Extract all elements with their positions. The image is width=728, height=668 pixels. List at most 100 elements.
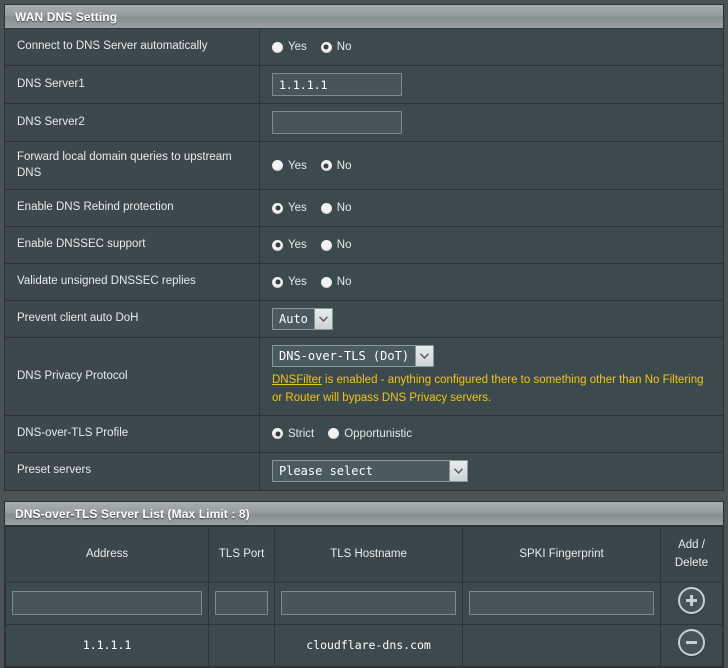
radio-dot-icon — [320, 160, 332, 172]
value-dns-over-tls-profile: Strict Opportunistic — [260, 415, 723, 452]
radio-rebind-yes[interactable]: Yes — [272, 202, 307, 214]
column-header-spki-fingerprint: SPKI Fingerprint — [461, 525, 662, 583]
dns-over-tls-server-list-title: DNS-over-TLS Server List (Max Limit : 8) — [5, 501, 723, 526]
row-dns-over-tls-profile: DNS-over-TLS Profile Strict Opportunisti… — [5, 415, 723, 453]
value-preset-servers: Please select — [260, 452, 723, 490]
delete-row-button[interactable] — [678, 629, 705, 657]
radio-dnssec-no[interactable]: No — [320, 239, 351, 251]
dns-privacy-protocol-select[interactable]: DNS-over-TLS (DoT) — [272, 345, 435, 368]
row-dnssec-support: Enable DNSSEC support Yes No — [5, 227, 723, 265]
cell-address: 1.1.1.1 — [4, 623, 210, 667]
table-row-new-entry — [4, 581, 723, 625]
cell-tls-port-input — [208, 581, 276, 625]
value-validate-unsigned-dnssec: Yes No — [260, 264, 723, 301]
column-header-add-delete: Add / Delete — [660, 525, 723, 583]
table-header-row: Address TLS Port TLS Hostname SPKI Finge… — [4, 525, 723, 583]
radio-label: Strict — [288, 427, 315, 440]
radio-label: Yes — [288, 239, 307, 252]
table-body: 1.1.1.1 cloudflare-dns.com — [4, 581, 723, 667]
radio-rebind-no[interactable]: No — [320, 202, 352, 215]
radio-label: No — [336, 41, 352, 53]
radio-label: Yes — [288, 276, 307, 289]
radio-dot-icon — [320, 202, 332, 214]
value-dns-privacy-protocol: DNS-over-TLS (DoT) DNSFilter is enabled … — [260, 338, 723, 415]
cell-spki-input — [461, 581, 662, 625]
radio-group-dns-rebind-protection: Yes No — [272, 202, 713, 214]
dns-over-tls-server-table: Address TLS Port TLS Hostname SPKI Finge… — [4, 525, 723, 667]
radio-dot-icon — [272, 41, 283, 53]
column-header-tls-hostname: TLS Hostname — [274, 525, 463, 583]
row-dns-rebind-protection: Enable DNS Rebind protection Yes No — [5, 190, 723, 228]
cell-tls-hostname-input — [274, 581, 463, 625]
dns-server2-input[interactable] — [272, 111, 402, 134]
label-dns-over-tls-profile: DNS-over-TLS Profile — [5, 415, 260, 452]
add-row-button[interactable] — [678, 587, 705, 615]
wan-dns-setting-panel: WAN DNS Setting Connect to DNS Server au… — [4, 4, 724, 491]
new-spki-fingerprint-input[interactable] — [468, 591, 655, 616]
label-dnssec-support: Enable DNSSEC support — [5, 227, 260, 264]
radio-connect-dns-no[interactable]: No — [320, 41, 352, 53]
label-preset-servers: Preset servers — [5, 452, 260, 490]
radio-profile-strict[interactable]: Strict — [272, 428, 314, 440]
value-prevent-client-auto-doh: Auto — [260, 301, 723, 338]
cell-tls-hostname: cloudflare-dns.com — [274, 623, 463, 667]
radio-label: No — [336, 276, 352, 289]
dnsfilter-link[interactable]: DNSFilter — [272, 374, 322, 386]
radio-connect-dns-yes[interactable]: Yes — [272, 41, 307, 53]
table-row: 1.1.1.1 cloudflare-dns.com — [4, 623, 723, 667]
label-prevent-client-auto-doh: Prevent client auto DoH — [5, 301, 260, 338]
radio-profile-opportunistic[interactable]: Opportunistic — [328, 428, 412, 440]
radio-dot-icon — [272, 276, 283, 288]
cell-tls-port — [208, 623, 276, 667]
radio-dot-icon — [272, 239, 283, 251]
column-header-tls-port: TLS Port — [208, 525, 276, 583]
wan-dns-setting-title: WAN DNS Setting — [5, 5, 723, 29]
row-preset-servers: Preset servers Please select — [5, 452, 723, 490]
radio-forward-queries-no[interactable]: No — [320, 159, 352, 172]
preset-servers-select[interactable]: Please select — [272, 460, 468, 483]
radio-validate-yes[interactable]: Yes — [272, 276, 307, 288]
panel-spacer — [4, 491, 724, 501]
dns-privacy-warning-note: DNSFilter is enabled - anything configur… — [272, 372, 713, 408]
add-delete-line1: Add / — [678, 538, 705, 551]
radio-label: No — [336, 159, 352, 172]
label-connect-dns-automatically: Connect to DNS Server automatically — [5, 29, 260, 65]
cell-address-input — [4, 581, 210, 625]
radio-dot-icon — [320, 41, 332, 53]
row-forward-local-domain-queries: Forward local domain queries to upstream… — [5, 142, 723, 191]
table-header: Address TLS Port TLS Hostname SPKI Finge… — [4, 525, 723, 583]
radio-dnssec-yes[interactable]: Yes — [272, 239, 307, 251]
select-value: Please select — [279, 464, 373, 479]
prevent-client-auto-doh-select[interactable]: Auto — [272, 308, 333, 331]
radio-group-connect-dns-automatically: Yes No — [272, 41, 713, 53]
dns-server1-input[interactable] — [272, 73, 402, 96]
radio-forward-queries-yes[interactable]: Yes — [272, 160, 307, 172]
label-dns-server1: DNS Server1 — [5, 66, 260, 103]
new-tls-port-input[interactable] — [215, 591, 269, 616]
radio-label: No — [336, 202, 352, 215]
new-address-input[interactable] — [12, 591, 203, 616]
add-delete-line2: Delete — [674, 557, 709, 570]
radio-dot-icon — [272, 160, 283, 172]
label-dns-server2: DNS Server2 — [5, 104, 260, 141]
value-dns-server2 — [260, 104, 723, 141]
chevron-down-icon — [313, 309, 332, 330]
value-dnssec-support: Yes No — [260, 227, 723, 264]
radio-dot-icon — [272, 202, 283, 214]
radio-dot-icon — [320, 276, 332, 288]
value-dns-server1 — [260, 66, 723, 103]
column-header-address: Address — [4, 525, 210, 583]
cell-delete-button — [660, 623, 723, 667]
radio-label: Yes — [288, 159, 307, 172]
row-prevent-client-auto-doh: Prevent client auto DoH Auto — [5, 301, 723, 339]
label-dns-rebind-protection: Enable DNS Rebind protection — [5, 190, 260, 227]
radio-dot-icon — [320, 239, 332, 251]
radio-label: Yes — [288, 202, 307, 215]
radio-label: Opportunistic — [344, 427, 412, 440]
select-value: Auto — [279, 312, 308, 327]
new-tls-hostname-input[interactable] — [281, 591, 456, 616]
radio-validate-no[interactable]: No — [320, 276, 352, 289]
select-value: DNS-over-TLS (DoT) — [279, 349, 410, 364]
value-connect-dns-automatically: Yes No — [260, 29, 723, 65]
row-dns-privacy-protocol: DNS Privacy Protocol DNS-over-TLS (DoT) … — [5, 338, 723, 416]
